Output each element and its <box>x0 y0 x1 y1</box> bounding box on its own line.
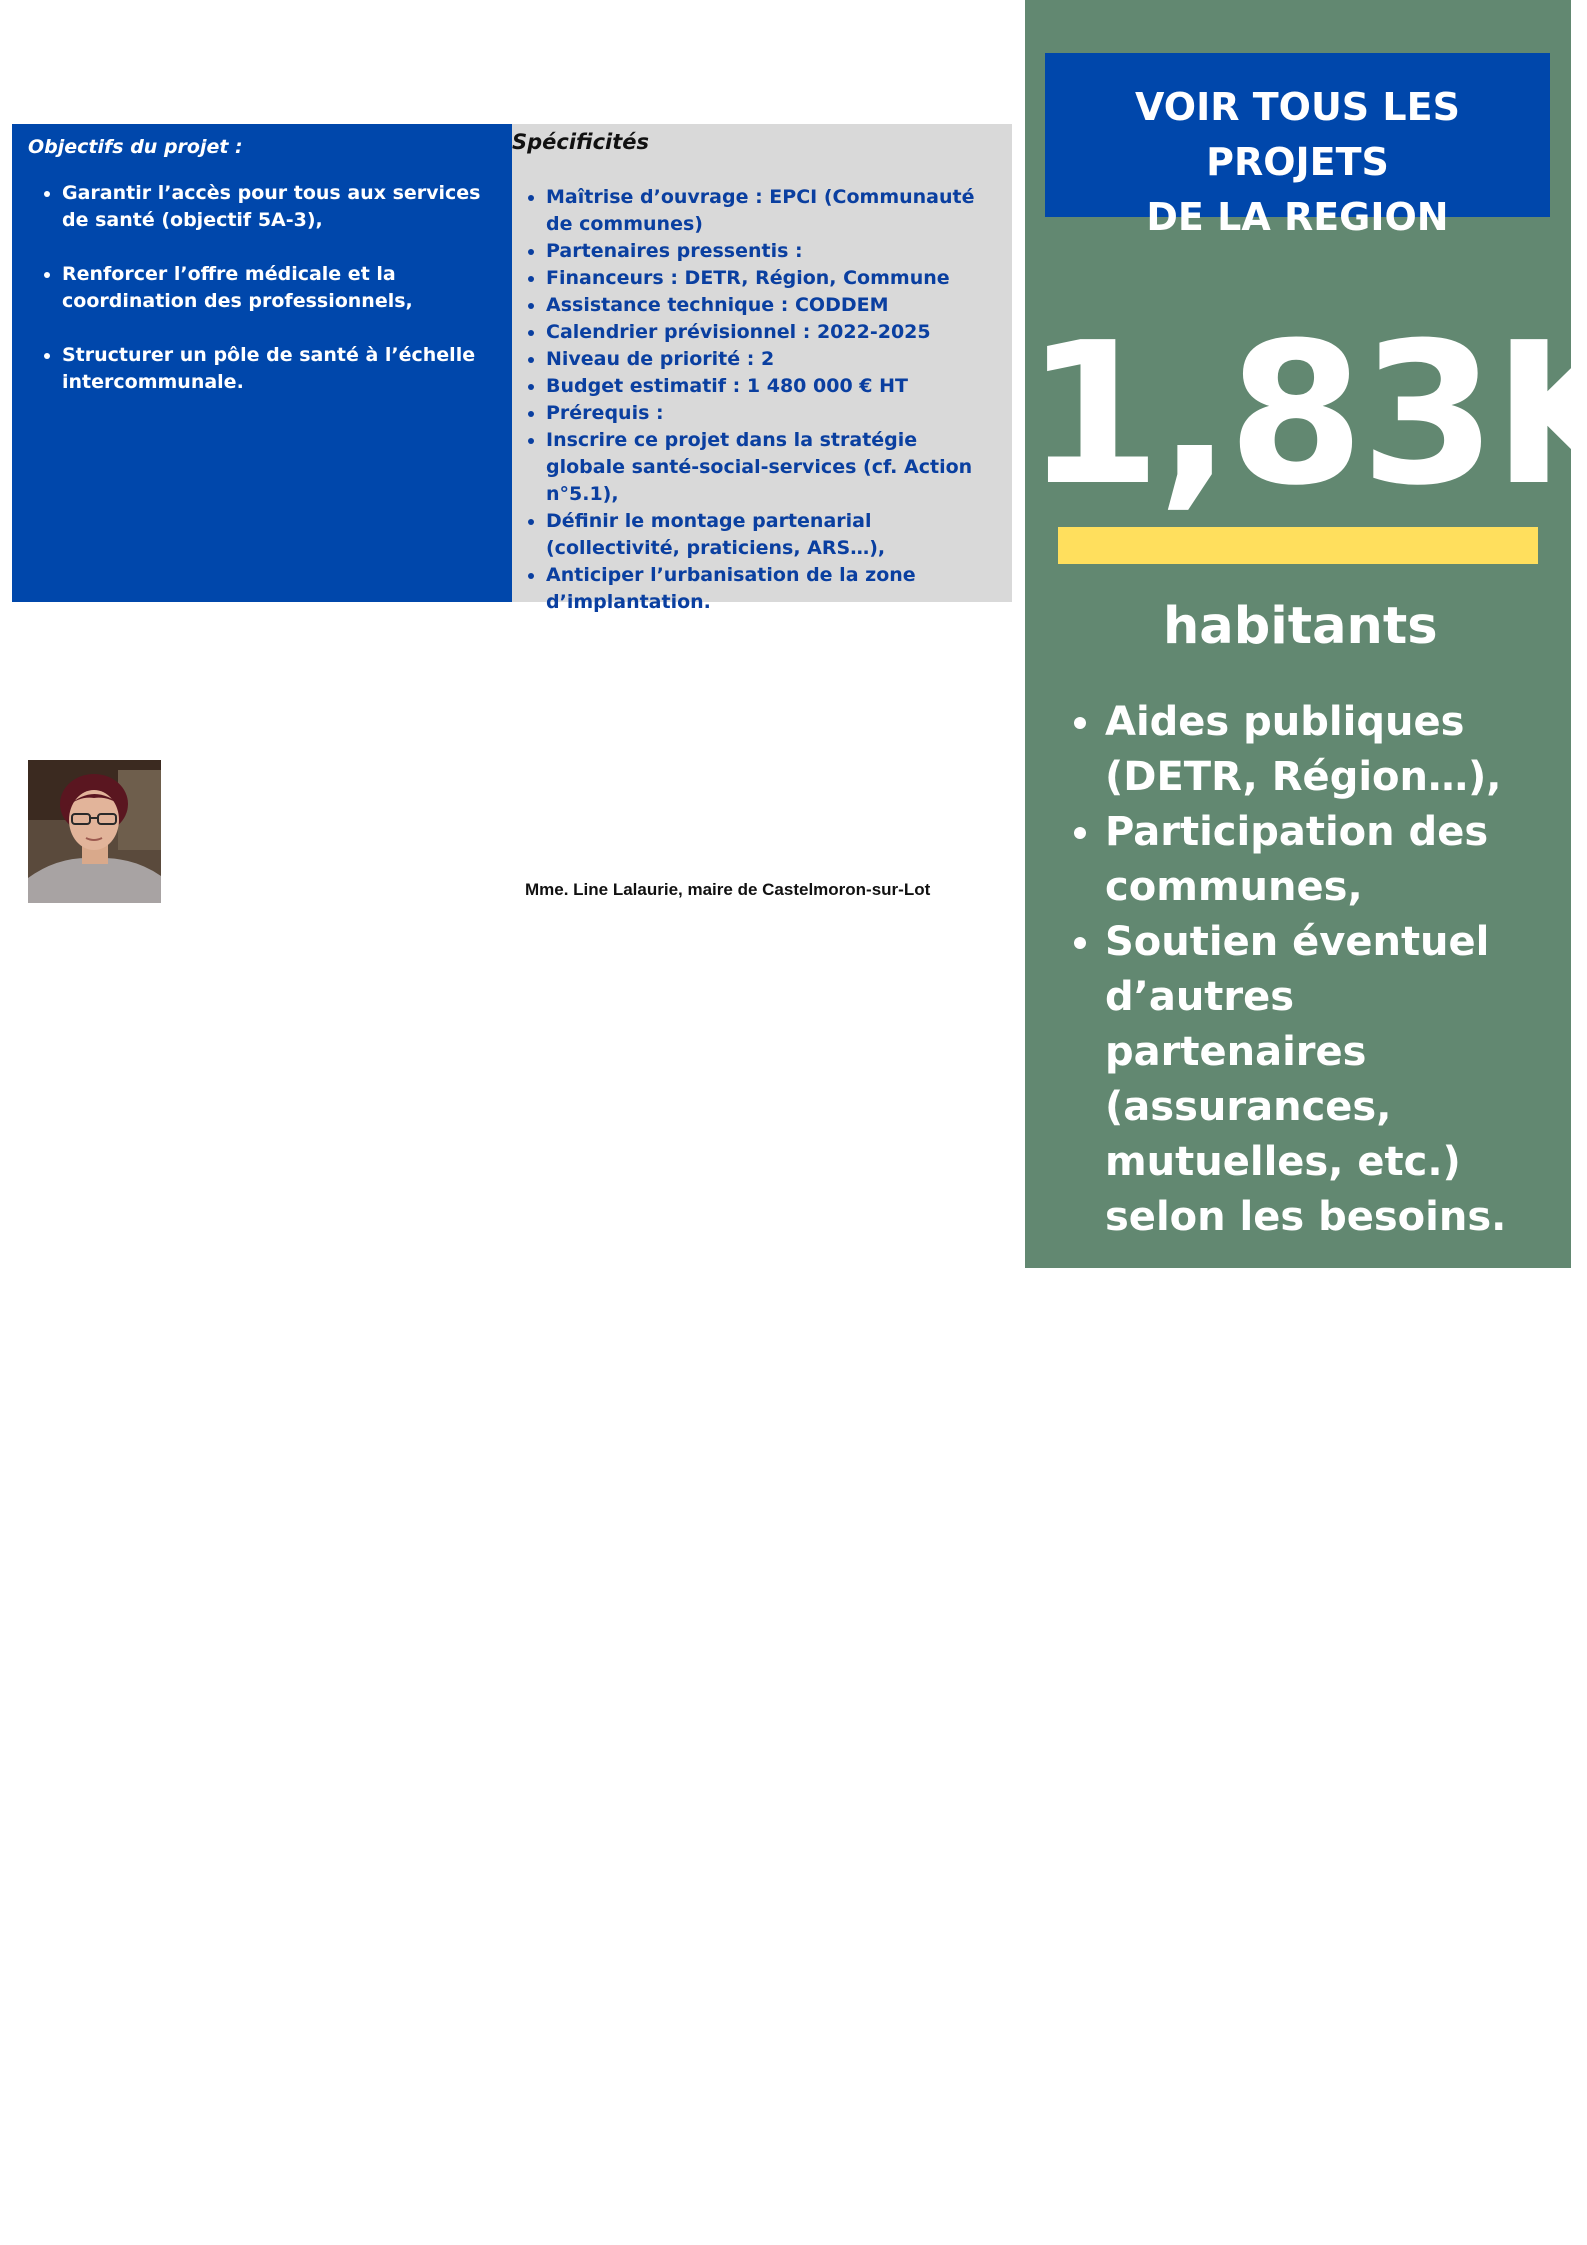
button-label-line: DE LA REGION <box>1146 195 1449 239</box>
button-label-line: VOIR TOUS LES PROJETS <box>1135 85 1460 184</box>
funding-list: Aides publiques (DETR, Région…), Partici… <box>1053 695 1563 1245</box>
specifics-item: Assistance technique : CODDEM <box>546 292 992 319</box>
objectives-list: Garantir l’accès pour tous aux services … <box>28 180 492 396</box>
photo-caption: Mme. Line Lalaurie, maire de Castelmoron… <box>525 880 931 899</box>
objective-item: Garantir l’accès pour tous aux services … <box>62 180 492 234</box>
population-stat-value: 1,83K <box>1025 301 1587 529</box>
specifics-item: Financeurs : DETR, Région, Commune <box>546 265 992 292</box>
mayor-portrait-photo <box>28 760 161 903</box>
specifics-item: Définir le montage partenarial (collecti… <box>546 508 992 562</box>
specifics-item: Calendrier prévisionnel : 2022-2025 <box>546 319 992 346</box>
specifics-item: Anticiper l’urbanisation de la zone d’im… <box>546 562 992 616</box>
view-all-region-projects-button[interactable]: VOIR TOUS LES PROJETS DE LA REGION <box>1045 53 1550 239</box>
funding-item: Soutien éventuel d’autres partenaires (a… <box>1105 915 1563 1245</box>
specifics-list: Maîtrise d’ouvrage : EPCI (Communauté de… <box>512 184 992 616</box>
stat-underline-bar <box>1058 527 1538 564</box>
specifics-item: Partenaires pressentis : <box>546 238 992 265</box>
objectives-heading: Objectifs du projet : <box>28 136 243 158</box>
specifics-panel: Spécificités Maîtrise d’ouvrage : EPCI (… <box>512 124 1012 613</box>
specifics-item: Niveau de priorité : 2 <box>546 346 992 373</box>
specifics-item: Budget estimatif : 1 480 000 € HT <box>546 373 992 400</box>
specifics-item: Prérequis : <box>546 400 992 427</box>
specifics-item: Maîtrise d’ouvrage : EPCI (Communauté de… <box>546 184 992 238</box>
specifics-item: Inscrire ce projet dans la stratégie glo… <box>546 427 992 508</box>
objective-item: Structurer un pôle de santé à l’échelle … <box>62 342 492 396</box>
page: Objectifs du projet : Garantir l’accès p… <box>0 0 1587 2245</box>
funding-item: Participation des communes, <box>1105 805 1563 915</box>
funding-item: Aides publiques (DETR, Région…), <box>1105 695 1563 805</box>
objective-item: Renforcer l’offre médicale et la coordin… <box>62 261 492 315</box>
population-stat-label: habitants <box>1163 597 1438 656</box>
side-panel: VOIR TOUS LES PROJETS DE LA REGION 1,83K… <box>1025 0 1587 1268</box>
objectives-panel: Objectifs du projet : Garantir l’accès p… <box>12 124 512 602</box>
specifics-heading: Spécificités <box>512 130 650 154</box>
